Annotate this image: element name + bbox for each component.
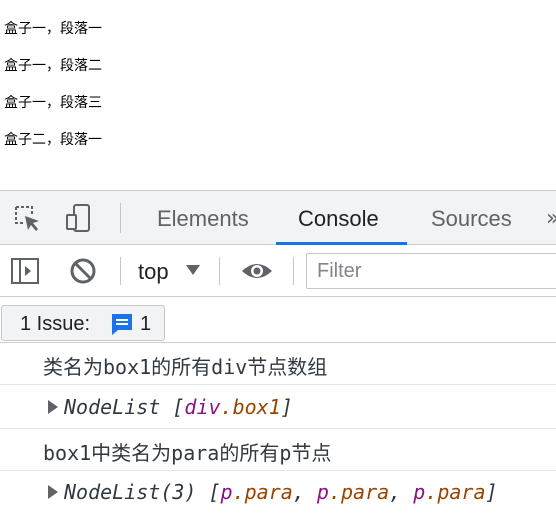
paragraph-2: 盒子一，段落二 (4, 58, 102, 74)
chevron-down-icon[interactable] (186, 265, 200, 275)
tab-elements[interactable]: Elements (157, 191, 249, 245)
issues-count: 1 (140, 313, 152, 335)
toolbar-divider (219, 257, 220, 285)
tabbar-divider (120, 203, 121, 233)
toolbar-divider (120, 257, 121, 285)
tab-console[interactable]: Console (298, 191, 379, 245)
log-text: 类名为box1的所有div节点数组 (43, 355, 328, 379)
console-message[interactable]: NodeList(3) [p.para, p.para, p.para] (0, 471, 556, 520)
live-expression-eye-icon[interactable] (240, 256, 272, 286)
paragraph-4: 盒子二，段落一 (4, 132, 102, 148)
more-tabs-icon[interactable]: » (546, 191, 556, 245)
device-toolbar-icon[interactable] (64, 203, 94, 233)
inspect-element-icon[interactable] (12, 203, 42, 233)
toolbar-divider (293, 257, 294, 285)
context-selector[interactable]: top (138, 245, 169, 297)
issues-label: 1 Issue: (20, 313, 91, 335)
clear-console-icon[interactable] (68, 256, 98, 286)
console-toolbar: top (0, 245, 556, 297)
issue-message-icon (110, 312, 134, 336)
page-preview: 盒子一，段落一 盒子一，段落二 盒子一，段落三 盒子二，段落一 (0, 0, 556, 190)
nodelist-preview[interactable]: NodeList [div.box1] (64, 395, 293, 419)
console-message: box1中类名为para的所有p节点 (0, 429, 556, 471)
expand-triangle-icon[interactable] (48, 400, 58, 414)
devtools-tabbar: Elements Console Sources » (0, 191, 556, 245)
log-text: box1中类名为para的所有p节点 (43, 441, 332, 465)
paragraph-1: 盒子一，段落一 (4, 21, 102, 37)
nodelist-preview[interactable]: NodeList(3) [p.para, p.para, p.para] (64, 480, 498, 504)
paragraph-3: 盒子一，段落三 (4, 95, 102, 111)
console-message[interactable]: NodeList [div.box1] (0, 385, 556, 429)
issues-button[interactable]: 1 Issue: 1 (1, 305, 165, 341)
filter-input[interactable] (306, 253, 556, 289)
tab-sources[interactable]: Sources (431, 191, 512, 245)
issues-bar: 1 Issue: 1 (0, 297, 556, 343)
expand-triangle-icon[interactable] (48, 485, 58, 499)
devtools-panel: Elements Console Sources » top (0, 190, 556, 520)
console-sidebar-icon[interactable] (10, 256, 40, 286)
console-message: 类名为box1的所有div节点数组 (0, 343, 556, 385)
